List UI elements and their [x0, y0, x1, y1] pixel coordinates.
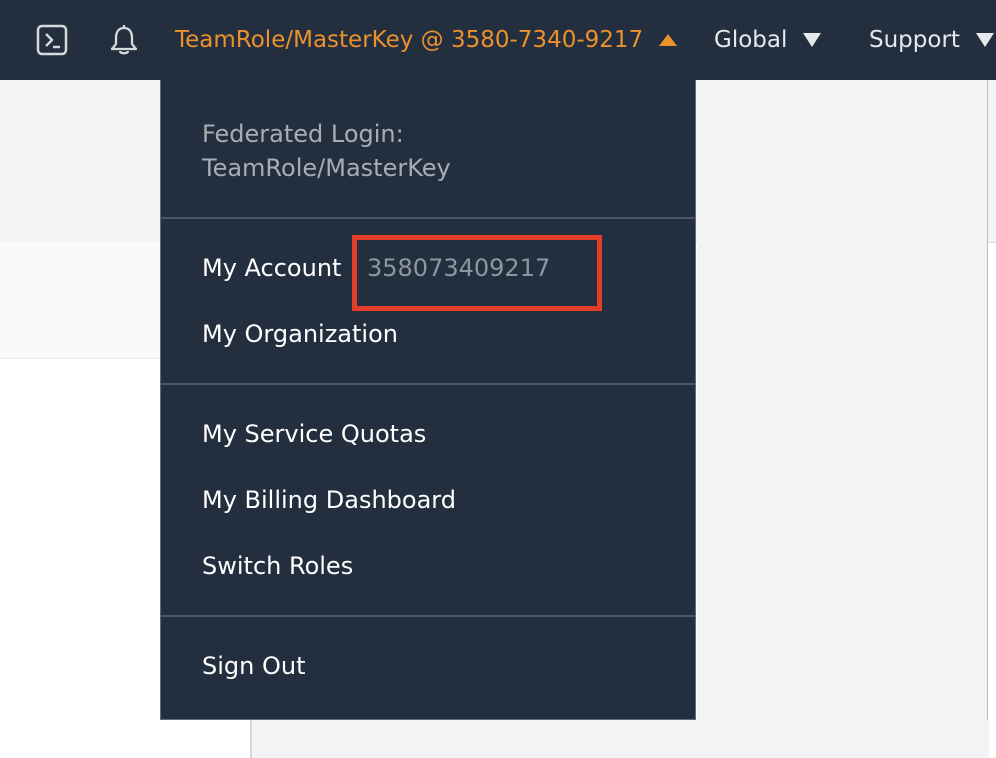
bell-icon[interactable]	[106, 22, 142, 58]
federated-login-role: TeamRole/MasterKey	[202, 154, 451, 182]
support-menu-label: Support	[869, 27, 960, 53]
menu-item-my-organization[interactable]: My Organization	[202, 320, 398, 348]
federated-login-label: Federated Login:	[202, 120, 404, 148]
account-menu-button[interactable]: TeamRole/MasterKey @ 3580-7340-9217	[175, 0, 678, 80]
top-navigation-bar: TeamRole/MasterKey @ 3580-7340-9217 Glob…	[0, 0, 996, 80]
region-menu-label: Global	[714, 27, 788, 53]
menu-item-switch-roles[interactable]: Switch Roles	[202, 552, 353, 580]
menu-divider	[161, 217, 695, 219]
page-lower-panel	[250, 720, 989, 758]
caret-up-icon	[659, 34, 678, 46]
menu-divider	[161, 615, 695, 617]
page-content-strip	[0, 242, 160, 359]
page-divider	[987, 80, 988, 758]
menu-item-sign-out[interactable]: Sign Out	[202, 652, 306, 680]
menu-item-my-billing-dashboard[interactable]: My Billing Dashboard	[202, 486, 456, 514]
menu-item-my-account[interactable]: My Account	[202, 254, 341, 282]
menu-divider	[161, 383, 695, 385]
region-menu-button[interactable]: Global	[714, 0, 822, 80]
support-menu-button[interactable]: Support	[869, 0, 994, 80]
cloudshell-icon[interactable]	[36, 24, 68, 56]
highlight-annotation-box	[352, 235, 602, 311]
account-menu-label: TeamRole/MasterKey @ 3580-7340-9217	[175, 27, 644, 53]
menu-item-my-service-quotas[interactable]: My Service Quotas	[202, 420, 426, 448]
caret-down-icon	[975, 33, 994, 47]
page-side-panel	[697, 80, 987, 758]
caret-down-icon	[803, 33, 822, 47]
account-dropdown-menu: Federated Login: TeamRole/MasterKey My A…	[160, 80, 696, 720]
